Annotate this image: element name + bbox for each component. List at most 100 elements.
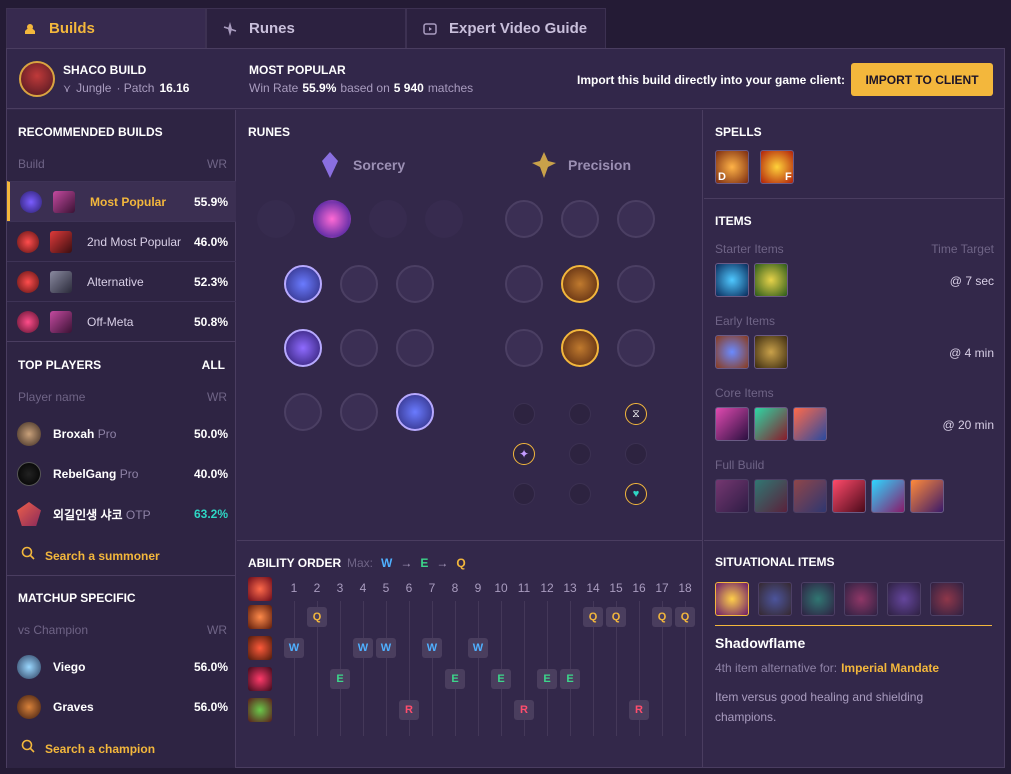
skill-level-q: Q <box>606 607 626 627</box>
top-players-all-link[interactable]: ALL <box>202 358 225 372</box>
rune[interactable] <box>340 393 378 431</box>
runes-section: RUNES Sorcery Precision ⧖ ✦ ♥ <box>237 110 703 540</box>
search-summoner-link[interactable]: Search a summoner <box>21 546 160 565</box>
build-row-off-meta[interactable]: Off-Meta 50.8% <box>7 301 236 341</box>
import-prompt: Import this build directly into your gam… <box>577 73 846 87</box>
starter-item-2[interactable] <box>754 263 788 297</box>
rune[interactable] <box>617 329 655 367</box>
situational-item[interactable] <box>887 582 921 616</box>
rune[interactable] <box>617 200 655 238</box>
left-column: RECOMMENDED BUILDS Build WR Most Popular… <box>7 110 236 768</box>
search-champion-link[interactable]: Search a champion <box>21 739 155 758</box>
skill-level-w: W <box>284 638 304 658</box>
matchup-row[interactable]: Viego 56.0% <box>7 647 236 687</box>
rune[interactable] <box>340 265 378 303</box>
keystone-rune[interactable] <box>257 200 295 238</box>
alt-label: 4th item alternative for: <box>715 661 838 675</box>
shard-health-active-icon[interactable]: ♥ <box>625 483 647 505</box>
situational-item[interactable] <box>930 582 964 616</box>
early-item-2[interactable] <box>754 335 788 369</box>
rune[interactable] <box>505 329 543 367</box>
shard-tenacity[interactable] <box>569 483 591 505</box>
rune[interactable] <box>617 265 655 303</box>
shard-health-scaling[interactable] <box>625 443 647 465</box>
full-item-3[interactable] <box>793 479 827 513</box>
alt-item[interactable]: Imperial Mandate <box>841 661 939 675</box>
items-title: ITEMS <box>715 214 752 228</box>
build-row-most-popular[interactable]: Most Popular 55.9% <box>7 181 236 221</box>
secondary-tree-name: Precision <box>568 157 632 173</box>
tab-builds[interactable]: Builds <box>6 8 206 48</box>
level-number: 11 <box>517 581 531 595</box>
full-item-1[interactable] <box>715 479 749 513</box>
spell-smite-icon[interactable]: F <box>760 150 794 184</box>
core-item-3[interactable] <box>793 407 827 441</box>
shard-adaptive[interactable] <box>513 403 535 425</box>
rune-icon <box>17 231 39 253</box>
patch-label: · Patch <box>116 81 155 95</box>
spell-ghost-icon[interactable]: D <box>715 150 749 184</box>
rune-icon <box>17 271 39 293</box>
build-row-alternative[interactable]: Alternative 52.3% <box>7 261 236 301</box>
core-item-1[interactable] <box>715 407 749 441</box>
rune-active[interactable] <box>561 329 599 367</box>
full-item-2[interactable] <box>754 479 788 513</box>
right-column: SPELLS D F ITEMS Starter Items Time Targ… <box>704 110 1004 768</box>
situational-description: Item versus good healing and shielding c… <box>715 690 924 724</box>
rune-active[interactable] <box>396 393 434 431</box>
col-player-name: Player name <box>18 390 86 404</box>
video-icon <box>421 20 439 38</box>
core-item-2[interactable] <box>754 407 788 441</box>
player-row[interactable]: Broxah Pro 50.0% <box>7 414 236 454</box>
matchup-row[interactable]: Graves 56.0% <box>7 687 236 727</box>
player-row[interactable]: RebelGang Pro 40.0% <box>7 454 236 494</box>
situational-item[interactable] <box>801 582 835 616</box>
rune-active[interactable] <box>284 329 322 367</box>
rune[interactable] <box>340 329 378 367</box>
popularity-label: MOST POPULAR <box>249 63 346 77</box>
rune[interactable] <box>561 200 599 238</box>
build-header: SHACO BUILD ⋎ Jungle · Patch 16.16 MOST … <box>7 49 1004 109</box>
divider <box>7 575 236 576</box>
situational-item[interactable] <box>758 582 792 616</box>
situational-item[interactable] <box>844 582 878 616</box>
top-players-title: TOP PLAYERS <box>18 358 102 372</box>
role-patch: ⋎ Jungle · Patch 16.16 <box>63 81 189 95</box>
full-item-5[interactable] <box>871 479 905 513</box>
shard-attack-speed[interactable] <box>569 403 591 425</box>
player-name: RebelGang <box>53 467 117 481</box>
rune[interactable] <box>284 393 322 431</box>
matchup-wr: 56.0% <box>193 700 228 714</box>
rune[interactable] <box>505 265 543 303</box>
otp-emblem-icon <box>17 502 41 526</box>
spells-title: SPELLS <box>715 125 762 139</box>
rune[interactable] <box>396 265 434 303</box>
early-item-1[interactable] <box>715 335 749 369</box>
starter-items-label: Starter Items <box>715 242 784 256</box>
player-row[interactable]: 외길인생 샤코 OTP 63.2% <box>7 494 236 534</box>
tab-runes[interactable]: Runes <box>206 8 406 48</box>
keystone-rune-active[interactable] <box>313 200 351 238</box>
r-ability-icon <box>248 698 272 722</box>
rune-active[interactable] <box>284 265 322 303</box>
skill-level-e: E <box>445 669 465 689</box>
full-item-4[interactable] <box>832 479 866 513</box>
starter-item-1[interactable] <box>715 263 749 297</box>
rune[interactable] <box>396 329 434 367</box>
rune[interactable] <box>505 200 543 238</box>
shard-move-speed[interactable] <box>569 443 591 465</box>
shard-ability-haste-icon[interactable]: ⧖ <box>625 403 647 425</box>
skill-level-q: Q <box>652 607 672 627</box>
early-time: @ 4 min <box>949 346 994 360</box>
rune-active[interactable] <box>561 265 599 303</box>
shard-adaptive-active-icon[interactable]: ✦ <box>513 443 535 465</box>
tab-video-guide[interactable]: Expert Video Guide <box>406 8 606 48</box>
build-row-2nd-most-popular[interactable]: 2nd Most Popular 46.0% <box>7 221 236 261</box>
keystone-rune[interactable] <box>369 200 407 238</box>
import-to-client-button[interactable]: IMPORT TO CLIENT <box>851 63 993 96</box>
situational-item-shadowflame[interactable] <box>715 582 749 616</box>
keystone-rune[interactable] <box>425 200 463 238</box>
full-item-6[interactable] <box>910 479 944 513</box>
time-target-label: Time Target <box>931 242 994 256</box>
shard-health[interactable] <box>513 483 535 505</box>
